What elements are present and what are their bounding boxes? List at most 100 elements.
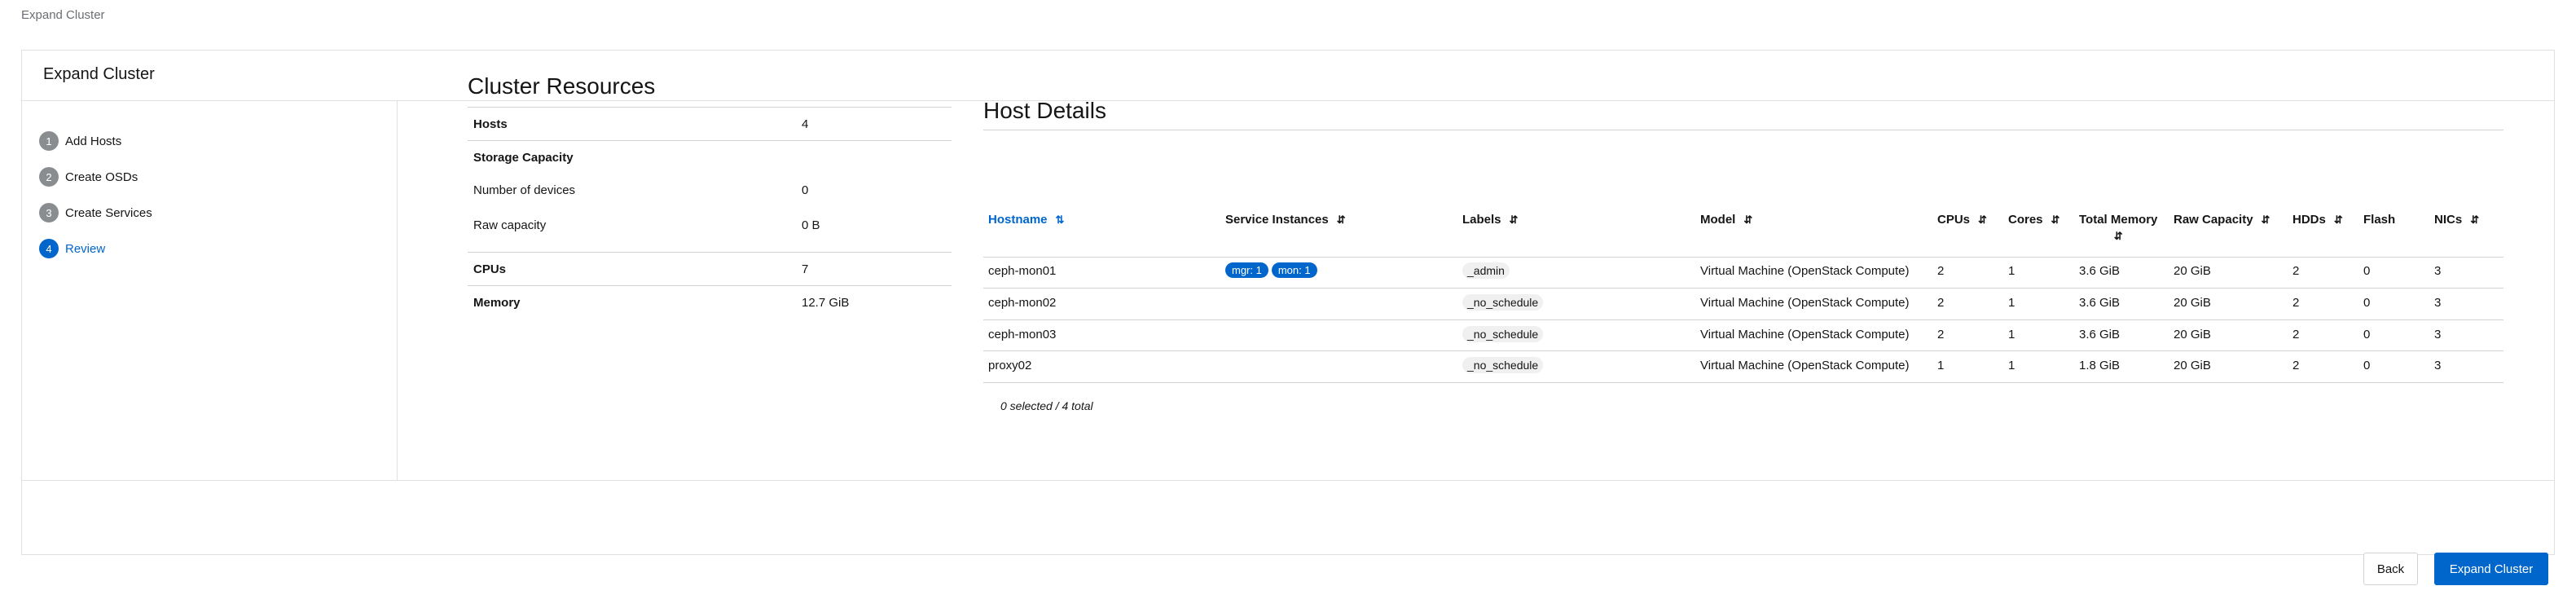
column-label: NICs: [2434, 213, 2463, 227]
resource-value: 4: [802, 117, 809, 131]
step-number: 4: [39, 239, 59, 258]
resource-row-raw-capacity: Raw capacity 0 B: [468, 209, 952, 253]
cell-labels: _no_schedule: [1462, 326, 1544, 342]
column-label: Labels: [1462, 213, 1501, 227]
row-divider: [983, 382, 2503, 383]
sort-icon: ⇵: [1336, 213, 1346, 226]
cell-nics: 3: [2434, 328, 2442, 341]
label-chip: _no_schedule: [1462, 357, 1544, 373]
breadcrumb: Expand Cluster: [21, 8, 105, 22]
service-badge: mon: 1: [1271, 262, 1317, 278]
column-header-labels[interactable]: Labels ⇵: [1462, 213, 1518, 227]
cell-nics: 3: [2434, 359, 2442, 372]
resource-row-storage-capacity: Storage Capacity: [468, 141, 952, 174]
cell-hostname: ceph-mon03: [988, 328, 1057, 341]
cell-hostname: proxy02: [988, 359, 1032, 372]
wizard-step-add-hosts[interactable]: 1 Add Hosts: [39, 131, 121, 151]
cell-cpus: 2: [1937, 328, 1945, 341]
wizard-step-create-services[interactable]: 3 Create Services: [39, 203, 152, 222]
label-chip: _no_schedule: [1462, 294, 1544, 311]
cell-model: Virtual Machine (OpenStack Compute): [1700, 328, 1910, 341]
column-header-flash[interactable]: Flash: [2363, 213, 2395, 227]
cell-cpus: 1: [1937, 359, 1945, 372]
cell-model: Virtual Machine (OpenStack Compute): [1700, 359, 1910, 372]
cell-cores: 1: [2008, 328, 2016, 341]
column-label: Flash: [2363, 213, 2396, 227]
column-header-raw-capacity[interactable]: Raw Capacity ⇵: [2174, 213, 2270, 227]
wizard-step-review[interactable]: 4 Review: [39, 239, 105, 258]
cell-hdds: 2: [2292, 264, 2300, 278]
cell-model: Virtual Machine (OpenStack Compute): [1700, 296, 1910, 310]
sort-icon: ⇵: [2333, 213, 2343, 226]
resource-key: Memory: [473, 296, 521, 310]
cell-flash: 0: [2363, 296, 2371, 310]
cell-total-memory: 1.8 GiB: [2079, 359, 2121, 372]
resource-key: Hosts: [473, 117, 508, 131]
cell-cores: 1: [2008, 264, 2016, 278]
column-header-model[interactable]: Model ⇵: [1700, 213, 1752, 227]
resource-value: 7: [802, 262, 809, 276]
cell-flash: 0: [2363, 264, 2371, 278]
row-divider: [983, 319, 2503, 320]
column-header-cores[interactable]: Cores ⇵: [2008, 213, 2059, 227]
column-label: Service Instances: [1225, 213, 1329, 227]
sort-icon: ⇵: [1978, 213, 1987, 226]
resource-value: 0: [802, 183, 809, 197]
resource-key: Number of devices: [473, 183, 576, 197]
resource-row-cpus: CPUs 7: [468, 253, 952, 286]
card-header-divider: [22, 100, 2554, 101]
expand-cluster-button[interactable]: Expand Cluster: [2434, 553, 2548, 585]
step-number: 1: [39, 131, 59, 151]
resource-key: Storage Capacity: [473, 151, 574, 165]
cell-nics: 3: [2434, 264, 2442, 278]
column-header-cpus[interactable]: CPUs ⇵: [1937, 213, 1987, 227]
cell-raw-capacity: 20 GiB: [2174, 359, 2211, 372]
cell-raw-capacity: 20 GiB: [2174, 264, 2211, 278]
wizard-step-create-osds[interactable]: 2 Create OSDs: [39, 167, 138, 187]
cell-flash: 0: [2363, 359, 2371, 372]
column-label: Model: [1700, 213, 1736, 227]
cell-flash: 0: [2363, 328, 2371, 341]
cell-cores: 1: [2008, 359, 2016, 372]
cell-nics: 3: [2434, 296, 2442, 310]
wizard-nav: 1 Add Hosts 2 Create OSDs 3 Create Servi…: [22, 101, 398, 480]
cell-hdds: 2: [2292, 328, 2300, 341]
column-header-total-memory[interactable]: Total Memory ⇵: [2079, 213, 2157, 243]
column-header-hdds[interactable]: HDDs ⇵: [2292, 213, 2343, 227]
resource-value: 12.7 GiB: [802, 296, 850, 310]
column-label: HDDs: [2292, 213, 2326, 227]
cell-service-instances: mgr: 1 mon: 1: [1225, 262, 1321, 278]
resource-row-number-of-devices: Number of devices 0: [468, 174, 952, 209]
step-label: Review: [65, 241, 106, 256]
resource-value: 0 B: [802, 218, 820, 232]
step-number: 3: [39, 203, 59, 222]
column-label: Cores: [2008, 213, 2043, 227]
resource-row-hosts: Hosts 4: [468, 108, 952, 141]
sort-icon: ⇵: [2113, 230, 2123, 242]
column-header-service-instances[interactable]: Service Instances ⇵: [1225, 213, 1346, 227]
sort-icon: ⇵: [1743, 213, 1753, 226]
cell-cpus: 2: [1937, 264, 1945, 278]
cell-raw-capacity: 20 GiB: [2174, 328, 2211, 341]
column-label: Hostname: [988, 213, 1048, 227]
label-chip: _no_schedule: [1462, 326, 1544, 342]
cell-model: Virtual Machine (OpenStack Compute): [1700, 264, 1910, 278]
cell-hostname: ceph-mon02: [988, 296, 1057, 310]
column-header-nics[interactable]: NICs ⇵: [2434, 213, 2479, 227]
column-header-hostname[interactable]: Hostname ⇅: [988, 213, 1064, 227]
cell-total-memory: 3.6 GiB: [2079, 296, 2121, 310]
step-number: 2: [39, 167, 59, 187]
cell-labels: _no_schedule: [1462, 357, 1544, 373]
cell-hdds: 2: [2292, 359, 2300, 372]
row-divider: [983, 288, 2503, 289]
column-label: CPUs: [1937, 213, 1971, 227]
back-button[interactable]: Back: [2363, 553, 2418, 585]
service-badge: mgr: 1: [1225, 262, 1268, 278]
sort-icon: ⇵: [1509, 213, 1519, 226]
sort-icon: ⇵: [2051, 213, 2060, 226]
sort-icon: ⇵: [2470, 213, 2480, 226]
cell-hostname: ceph-mon01: [988, 264, 1057, 278]
cluster-resources-table: Hosts 4 Storage Capacity Number of devic…: [468, 107, 952, 310]
column-label: Raw Capacity: [2174, 213, 2253, 227]
step-label: Add Hosts: [65, 134, 122, 148]
